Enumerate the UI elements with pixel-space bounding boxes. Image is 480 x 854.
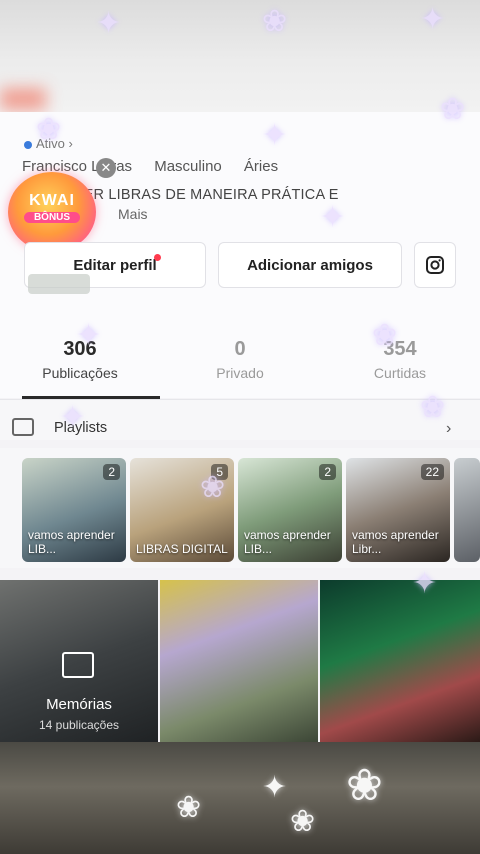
playlist-item[interactable]: 2 vamos aprender LIB... [22,458,126,562]
playlist-count: 2 [319,464,336,480]
butterfly-icon: ✦ [420,3,446,36]
memories-label: Memórias [46,696,112,713]
playlist-caption: vamos aprender Libr... [352,528,439,556]
stat-value: 354 [383,338,417,360]
add-friends-label: Adicionar amigos [247,256,373,274]
butterfly-icon: ✦ [262,771,288,804]
badge-title: KWAI [29,192,75,209]
video-grid: Memórias 14 publicações [0,580,480,742]
butterfly-icon: ❀ [176,791,202,824]
playlist-count: 2 [103,464,120,480]
playlist-count: 22 [420,464,444,480]
tag-sign: Áries [243,158,279,175]
stat-likes[interactable]: 354 Curtidas [320,338,480,381]
video-thumbnail[interactable] [160,580,318,742]
stat-value: 0 [234,338,246,360]
add-friends-button[interactable]: Adicionar amigos [218,242,402,288]
banner-accent [0,88,46,110]
stat-label: Curtidas [373,365,427,381]
status-pill [28,274,90,294]
bio-more-link[interactable]: Mais [118,206,148,222]
playlist-item[interactable]: 2 vamos aprender LIB... [238,458,342,562]
video-thumbnail[interactable] [320,580,480,742]
playlist-item[interactable] [454,458,480,562]
butterfly-icon: ✦ [320,201,346,234]
butterfly-icon: ❀ [290,805,316,838]
bottom-video-preview[interactable] [0,742,480,854]
playlist-icon [12,418,34,436]
instagram-icon [426,256,444,274]
playlist-caption: vamos aprender LIB... [244,528,331,556]
butterfly-icon: ❀ [440,93,466,126]
playlist-item[interactable]: 22 vamos aprender Libr... [346,458,450,562]
butterfly-icon: ✦ [76,319,102,352]
close-icon[interactable]: ✕ [96,158,116,178]
edit-profile-label: Editar perfil [73,256,157,274]
stat-label: Publicações [42,365,118,381]
memories-count: 14 publicações [38,718,120,732]
butterfly-icon: ❀ [420,391,446,424]
butterfly-icon: ❀ [372,319,398,352]
playlist-caption: vamos aprender LIB... [28,528,115,556]
butterfly-icon: ✦ [262,119,288,152]
butterfly-icon: ✦ [96,7,122,40]
stat-label: Privado [216,365,264,381]
notification-dot [154,254,161,261]
butterfly-icon: ✦ [60,401,86,434]
tag-gender: Masculino [154,158,222,175]
butterfly-icon: ✦ [412,567,438,600]
memories-icon [62,652,94,678]
badge-subtitle: BÔNUS [24,212,80,223]
instagram-button[interactable] [414,242,456,288]
memories-cell[interactable]: Memórias 14 publicações [0,580,158,742]
status-dot-icon [24,140,32,149]
butterfly-icon: ❀ [262,5,288,38]
butterfly-icon: ❀ [346,761,383,810]
kwai-bonus-badge[interactable]: KWAI BÔNUS [8,172,96,252]
butterfly-icon: ❀ [200,471,226,504]
playlist-caption: LIBRAS DIGITAL [136,542,228,556]
top-blurred-banner [0,0,480,112]
stat-private[interactable]: 0 Privado [160,338,320,381]
butterfly-icon: ❀ [36,113,62,146]
chevron-right-icon[interactable]: › [446,420,451,438]
